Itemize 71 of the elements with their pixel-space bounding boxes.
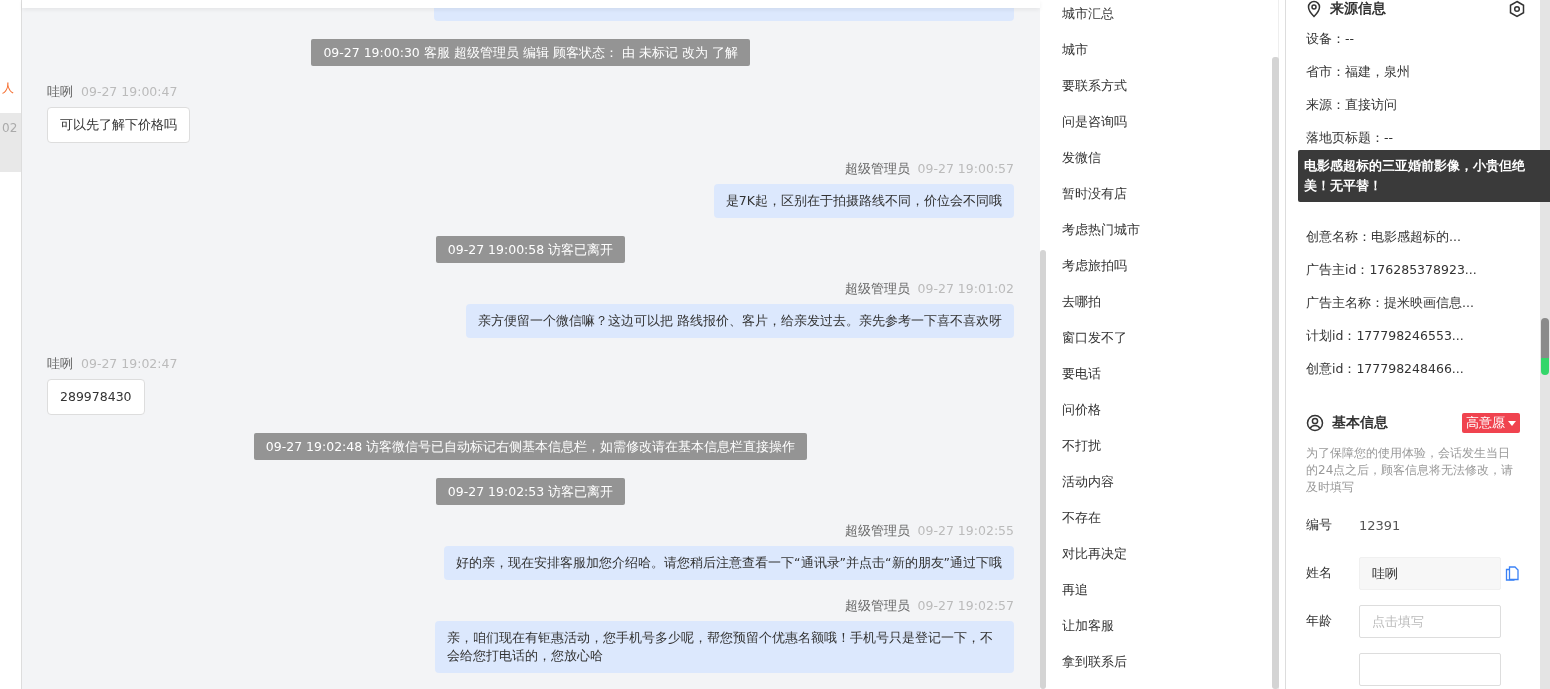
- info-text: 来源：直接访问: [1306, 96, 1398, 114]
- message-time: 09-27 19:00:47: [81, 84, 178, 100]
- quick-reply-item[interactable]: 城市汇总: [1062, 0, 1114, 32]
- input-field[interactable]: [1359, 652, 1501, 686]
- sender-name: 哇咧: [47, 356, 73, 372]
- scrollbar[interactable]: [1040, 250, 1046, 689]
- info-text: 广告主id：176285378923...: [1306, 261, 1478, 279]
- message-time: 09-27 19:02:55: [917, 523, 1014, 539]
- sender-name: 超级管理员: [844, 523, 910, 539]
- message-time: 09-27 19:02:57: [917, 598, 1014, 614]
- system-notice: 09-27 19:02:53 访客已离开: [435, 478, 626, 505]
- message-bubble: 是7K起，区别在于拍摄路线不同，价位会不同哦: [713, 184, 1014, 218]
- quick-reply-item[interactable]: 再追: [1062, 572, 1088, 608]
- quick-reply-item[interactable]: 考虑热门城市: [1062, 212, 1140, 248]
- field-label: 年龄: [1306, 612, 1333, 630]
- quick-reply-item[interactable]: 让加客服: [1062, 608, 1114, 644]
- intent-dropdown[interactable]: 高意愿: [1462, 413, 1520, 433]
- field-label: 姓名: [1306, 564, 1333, 582]
- name-field[interactable]: 哇咧: [1359, 556, 1501, 590]
- info-notice: 为了保障您的使用体验，会话发生当日的24点之后，顾客信息将无法修改，请及时填写: [1306, 445, 1515, 496]
- info-text: 创意id：177798248466...: [1306, 360, 1465, 378]
- message-bubble: 亲，咱们现在有钜惠活动，您手机号多少呢，帮您预留个优惠名额哦！手机号只是登记一下，不会给您打电话的，您放心哈: [435, 621, 1014, 673]
- scrollbar[interactable]: [1272, 57, 1279, 689]
- sender-name: 超级管理员: [844, 161, 910, 177]
- info-text: 落地页标题：--: [1306, 129, 1395, 147]
- message-bubble: 好的亲，现在安排客服加您介绍哈。请您稍后注意查看一下“通讯录”并点击“新的朋友”通过下哦: [444, 546, 1014, 580]
- user-circle-icon: [1306, 414, 1324, 432]
- quick-reply-item[interactable]: 窗口发不了: [1062, 320, 1127, 356]
- quick-reply-item[interactable]: 发微信: [1062, 140, 1101, 176]
- input-field[interactable]: 点击填写: [1359, 604, 1501, 638]
- message-time: 09-27 19:01:02: [917, 281, 1014, 297]
- system-notice: 09-27 19:00:30 客服 超级管理员 编辑 顾客状态： 由 未标记 改为 了解: [311, 39, 750, 66]
- info-text: 设备：--: [1306, 30, 1356, 48]
- quick-reply-item[interactable]: 对比再决定: [1062, 536, 1127, 572]
- info-text: 计划id：177798246553...: [1306, 327, 1465, 345]
- quick-reply-item[interactable]: 去哪拍: [1062, 284, 1101, 320]
- section-title: 基本信息: [1332, 414, 1388, 432]
- caret-icon: [1508, 420, 1516, 426]
- message-bubble: 可以先了解下价格吗: [47, 107, 190, 143]
- info-text: 创意名称：电影感超标的...: [1306, 228, 1462, 246]
- sender-name: 超级管理员: [844, 281, 910, 297]
- copy-icon: [1505, 565, 1519, 581]
- scrollbar[interactable]: [1540, 0, 1550, 689]
- tooltip: 电影感超标的三亚婚前影像，小贵但绝美！无平替！: [1298, 150, 1550, 202]
- field-value: 12391: [1359, 517, 1401, 533]
- quick-reply-item[interactable]: 暂时没有店: [1062, 176, 1127, 212]
- message-bubble: 289978430: [47, 379, 145, 415]
- info-text: 广告主名称：提米映画信息...: [1306, 294, 1475, 312]
- sender-name: 哇咧: [47, 84, 73, 100]
- system-notice: 09-27 19:02:48 访客微信号已自动标记右侧基本信息栏，如需修改请在基本信息栏直接操作: [253, 433, 808, 460]
- hexagon-icon: [1508, 0, 1526, 18]
- system-notice: 09-27 19:00:58 访客已离开: [435, 236, 626, 263]
- message-time: 09-27 19:00:57: [917, 161, 1014, 177]
- section-title: 来源信息: [1330, 0, 1386, 18]
- field-label: 编号: [1306, 516, 1333, 534]
- quick-reply-item[interactable]: 问是咨询吗: [1062, 104, 1127, 140]
- quick-reply-item[interactable]: 要联系方式: [1062, 68, 1127, 104]
- sender-name: 超级管理员: [844, 598, 910, 614]
- quick-reply-item[interactable]: 问价格: [1062, 392, 1101, 428]
- info-text: 省市：福建，泉州: [1306, 63, 1411, 81]
- quick-reply-item[interactable]: 考虑旅拍吗: [1062, 248, 1127, 284]
- message-bubble: 亲方便留一个微信嘛？这边可以把 路线报价、客片，给亲发过去。亲先参考一下喜不喜欢呀: [466, 304, 1014, 338]
- quick-reply-item[interactable]: 活动内容: [1062, 464, 1114, 500]
- map-pin-icon: [1306, 0, 1322, 18]
- quick-reply-item[interactable]: 不存在: [1062, 500, 1101, 536]
- quick-reply-item[interactable]: 要电话: [1062, 356, 1101, 392]
- quick-reply-item[interactable]: 不打扰: [1062, 428, 1101, 464]
- message-time: 09-27 19:02:47: [81, 356, 178, 372]
- quick-reply-item[interactable]: 拿到联系后: [1062, 644, 1127, 680]
- quick-reply-item[interactable]: 城市: [1062, 32, 1088, 68]
- scrollbar-thumb[interactable]: [1541, 318, 1549, 375]
